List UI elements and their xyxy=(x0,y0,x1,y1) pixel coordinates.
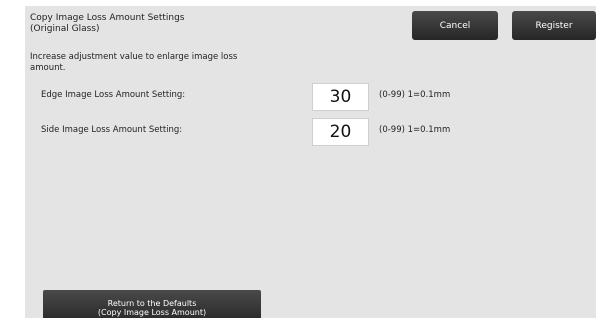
page-title: Copy Image Loss Amount Settings (Origina… xyxy=(30,13,185,34)
instruction-text: Increase adjustment value to enlarge ima… xyxy=(30,52,238,73)
side-loss-range: (0-99) 1=0.1mm xyxy=(379,125,451,135)
settings-panel: Copy Image Loss Amount Settings (Origina… xyxy=(25,6,596,318)
cancel-button[interactable]: Cancel xyxy=(412,11,498,40)
side-loss-label: Side Image Loss Amount Setting: xyxy=(41,125,183,135)
screen: Copy Image Loss Amount Settings (Origina… xyxy=(0,0,607,318)
side-loss-input[interactable]: 20 xyxy=(312,118,369,146)
edge-loss-input[interactable]: 30 xyxy=(312,83,369,111)
register-button[interactable]: Register xyxy=(512,11,596,40)
edge-loss-range: (0-99) 1=0.1mm xyxy=(379,90,451,100)
return-to-defaults-button[interactable]: Return to the Defaults (Copy Image Loss … xyxy=(43,290,261,318)
edge-loss-label: Edge Image Loss Amount Setting: xyxy=(41,90,186,100)
